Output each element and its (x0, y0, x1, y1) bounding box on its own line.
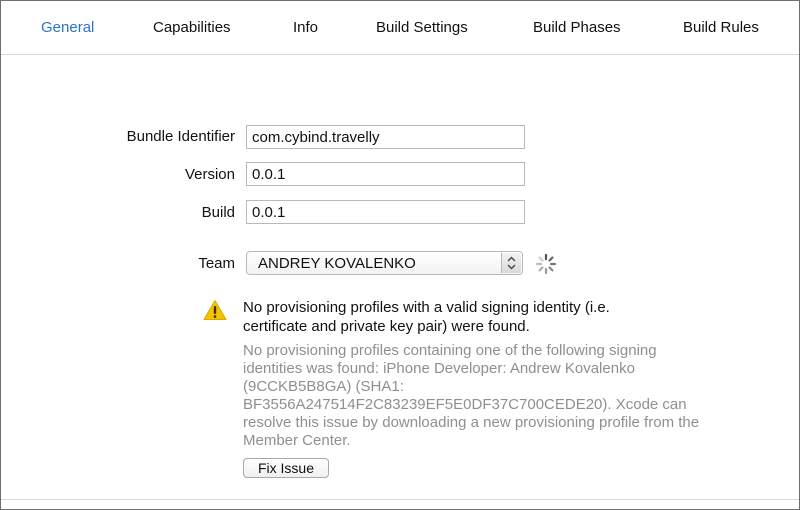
bottom-divider (1, 499, 799, 500)
team-popup-value: ANDREY KOVALENKO (258, 255, 416, 272)
warning-triangle-icon (203, 299, 227, 321)
team-label: Team (198, 255, 235, 272)
tab-build-rules[interactable]: Build Rules (683, 19, 759, 36)
bundle-identifier-label: Bundle Identifier (126, 128, 235, 145)
version-field[interactable] (246, 162, 525, 186)
build-field[interactable] (246, 200, 525, 224)
up-down-arrows-icon (501, 253, 521, 273)
fix-issue-button[interactable]: Fix Issue (243, 458, 329, 478)
version-label: Version (184, 166, 235, 183)
build-label: Build (201, 204, 235, 221)
tab-bar: General Capabilities Info Build Settings… (1, 1, 799, 55)
warning-title: No provisioning profiles with a valid si… (243, 299, 610, 335)
tab-capabilities[interactable]: Capabilities (153, 19, 231, 36)
tab-general[interactable]: General (41, 19, 94, 36)
loading-spinner-icon (535, 253, 557, 275)
bundle-identifier-field[interactable] (246, 125, 525, 149)
tab-build-phases[interactable]: Build Phases (533, 19, 621, 36)
window-frame: General Capabilities Info Build Settings… (0, 0, 800, 510)
tab-build-settings[interactable]: Build Settings (376, 19, 468, 36)
tab-info[interactable]: Info (293, 19, 318, 36)
warning-detail: No provisioning profiles containing one … (243, 342, 700, 449)
team-popup-button[interactable]: ANDREY KOVALENKO (246, 251, 523, 275)
